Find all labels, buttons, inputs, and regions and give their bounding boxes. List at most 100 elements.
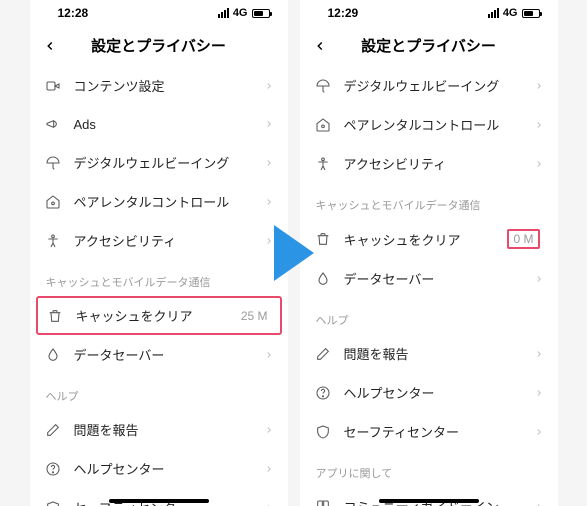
row-content-settings[interactable]: コンテンツ設定 — [30, 66, 288, 105]
shield-icon — [44, 499, 62, 506]
row-safety-center[interactable]: セーフティセンター — [30, 488, 288, 506]
shield-icon — [314, 423, 332, 441]
chevron-right-icon — [534, 274, 544, 284]
row-label: Ads — [74, 117, 252, 132]
row-help-center[interactable]: ヘルプセンター — [300, 373, 558, 412]
edit-icon — [314, 345, 332, 363]
help-icon — [44, 460, 62, 478]
chevron-right-icon — [264, 236, 274, 246]
row-parental[interactable]: ペアレンタルコントロール — [30, 182, 288, 221]
cache-size: 0 M — [507, 229, 539, 249]
network-label: 4G — [503, 7, 518, 19]
chevron-right-icon — [534, 81, 544, 91]
megaphone-icon — [44, 115, 62, 133]
section-cache: キャッシュとモバイルデータ通信 — [30, 260, 288, 296]
help-icon — [314, 384, 332, 402]
chevron-right-icon — [534, 349, 544, 359]
row-ads[interactable]: Ads — [30, 105, 288, 143]
section-about: アプリに関して — [300, 451, 558, 487]
page-title: 設定とプライバシー — [361, 35, 496, 56]
row-label: アクセシビリティ — [344, 154, 522, 173]
status-bar: 12:29 4G — [300, 0, 558, 26]
row-label: ペアレンタルコントロール — [74, 192, 252, 211]
chevron-right-icon — [534, 502, 544, 506]
status-time: 12:29 — [328, 6, 359, 20]
signal-icon — [218, 8, 229, 18]
row-label: ペアレンタルコントロール — [344, 115, 522, 134]
home-indicator — [109, 499, 209, 503]
row-label: ヘルプセンター — [74, 459, 252, 478]
umbrella-icon — [314, 77, 332, 95]
back-button[interactable] — [310, 36, 330, 56]
row-report[interactable]: 問題を報告 — [30, 410, 288, 449]
row-label: データセーバー — [344, 269, 522, 288]
video-icon — [44, 77, 62, 95]
nav-bar: 設定とプライバシー — [30, 26, 288, 66]
chevron-right-icon — [264, 350, 274, 360]
row-data-saver[interactable]: データセーバー — [30, 335, 288, 374]
row-label: データセーバー — [74, 345, 252, 364]
edit-icon — [44, 421, 62, 439]
row-label: キャッシュをクリア — [344, 230, 496, 249]
chevron-right-icon — [534, 427, 544, 437]
row-safety-center[interactable]: セーフティセンター — [300, 412, 558, 451]
row-label: コンテンツ設定 — [74, 76, 252, 95]
row-label: セーフティセンター — [344, 422, 522, 441]
chevron-right-icon — [534, 388, 544, 398]
cache-size: 25 M — [241, 309, 268, 323]
book-icon — [314, 498, 332, 506]
home-lock-icon — [44, 193, 62, 211]
row-label: ヘルプセンター — [344, 383, 522, 402]
row-accessibility[interactable]: アクセシビリティ — [300, 144, 558, 183]
accessibility-icon — [314, 155, 332, 173]
section-help: ヘルプ — [300, 298, 558, 334]
row-clear-cache[interactable]: キャッシュをクリア 0 M — [300, 219, 558, 259]
row-guidelines[interactable]: コミュニティガイドライン — [300, 487, 558, 506]
home-lock-icon — [314, 116, 332, 134]
chevron-right-icon — [264, 81, 274, 91]
row-label: デジタルウェルビーイング — [344, 76, 522, 95]
row-report[interactable]: 問題を報告 — [300, 334, 558, 373]
status-right: 4G — [488, 7, 540, 19]
section-help: ヘルプ — [30, 374, 288, 410]
battery-icon — [522, 9, 540, 18]
arrow-right-icon — [274, 225, 314, 281]
row-clear-cache[interactable]: キャッシュをクリア 25 M — [36, 296, 282, 335]
row-label: キャッシュをクリア — [76, 306, 229, 325]
back-button[interactable] — [40, 36, 60, 56]
status-time: 12:28 — [58, 6, 89, 20]
network-label: 4G — [233, 7, 248, 19]
row-wellbeing[interactable]: デジタルウェルビーイング — [300, 66, 558, 105]
row-label: 問題を報告 — [344, 344, 522, 363]
row-label: 問題を報告 — [74, 420, 252, 439]
chevron-right-icon — [264, 158, 274, 168]
row-help-center[interactable]: ヘルプセンター — [30, 449, 288, 488]
chevron-right-icon — [264, 425, 274, 435]
settings-list[interactable]: デジタルウェルビーイング ペアレンタルコントロール アクセシビリティ キャッシュ… — [300, 66, 558, 506]
battery-icon — [252, 9, 270, 18]
chevron-right-icon — [264, 197, 274, 207]
chevron-right-icon — [534, 159, 544, 169]
page-title: 設定とプライバシー — [91, 35, 226, 56]
row-data-saver[interactable]: データセーバー — [300, 259, 558, 298]
umbrella-icon — [44, 154, 62, 172]
trash-icon — [46, 307, 64, 325]
chevron-right-icon — [264, 503, 274, 506]
trash-icon — [314, 230, 332, 248]
nav-bar: 設定とプライバシー — [300, 26, 558, 66]
signal-icon — [488, 8, 499, 18]
settings-list[interactable]: コンテンツ設定 Ads デジタルウェルビーイング ペアレンタルコントロール アク… — [30, 66, 288, 506]
status-right: 4G — [218, 7, 270, 19]
chevron-right-icon — [264, 119, 274, 129]
status-bar: 12:28 4G — [30, 0, 288, 26]
row-label: アクセシビリティ — [74, 231, 252, 250]
accessibility-icon — [44, 232, 62, 250]
phone-before: 12:28 4G 設定とプライバシー コンテンツ設定 Ads デジタルウェルビー… — [30, 0, 288, 506]
row-wellbeing[interactable]: デジタルウェルビーイング — [30, 143, 288, 182]
drop-icon — [314, 270, 332, 288]
row-parental[interactable]: ペアレンタルコントロール — [300, 105, 558, 144]
drop-icon — [44, 346, 62, 364]
section-cache: キャッシュとモバイルデータ通信 — [300, 183, 558, 219]
row-accessibility[interactable]: アクセシビリティ — [30, 221, 288, 260]
row-label: デジタルウェルビーイング — [74, 153, 252, 172]
